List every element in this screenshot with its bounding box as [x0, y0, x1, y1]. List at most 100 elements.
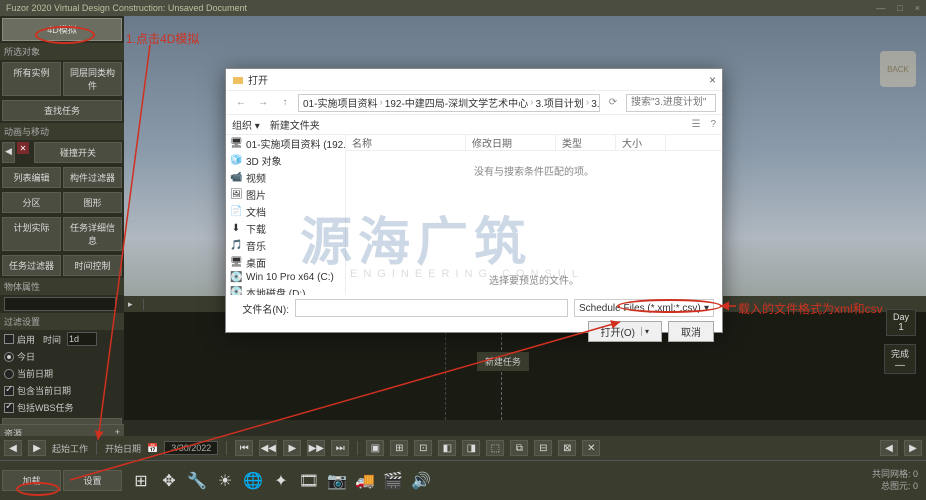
close-button[interactable]: × [915, 3, 920, 13]
tree-node[interactable]: 🧊3D 对象 [226, 152, 345, 169]
sun-icon[interactable]: ☀ [214, 470, 236, 492]
filetype-select[interactable]: Schedule Files (*.xml;*.csv) ▾ [574, 299, 714, 317]
4d-sim-button[interactable]: 4D模拟 [2, 18, 122, 41]
tool4-button[interactable]: ◧ [438, 440, 456, 456]
current-date-radio[interactable] [4, 369, 14, 379]
open-button[interactable]: 打开(O)▾ [588, 321, 662, 342]
tl-scroll-right[interactable]: ▶ [28, 440, 46, 456]
next-button[interactable]: ▶▶ [307, 440, 325, 456]
col-type[interactable]: 类型 [556, 135, 616, 150]
tree-node[interactable]: 🖥桌面 [226, 254, 345, 271]
tree-node[interactable]: 🖥01-实施项目资料 (192.168.1.112) [226, 135, 345, 152]
clapper-icon[interactable]: 🎬 [382, 470, 404, 492]
physics-input[interactable] [4, 297, 116, 311]
skip-start-button[interactable]: ⏮ [235, 440, 253, 456]
nav-back-button[interactable]: ← [232, 97, 250, 108]
play-button[interactable]: ▶ [283, 440, 301, 456]
plan-actual-button[interactable]: 计划实际 [2, 217, 61, 251]
col-date[interactable]: 修改日期 [466, 135, 556, 150]
skip-end-button[interactable]: ⏭ [331, 440, 349, 456]
view-button[interactable]: ☰ [691, 119, 700, 130]
newfolder-button[interactable]: 新建文件夹 [270, 117, 320, 132]
tool7-button[interactable]: ⧉ [510, 440, 528, 456]
crumb-0[interactable]: 01-实施项目资料 [303, 95, 377, 110]
film-icon[interactable]: 🎞 [298, 470, 320, 492]
anim-prev-button[interactable]: ◀ [2, 142, 15, 163]
tool2-button[interactable]: ⊞ [390, 440, 408, 456]
dialog-search-input[interactable] [626, 94, 716, 112]
preview-hint: 选择要预览的文件。 [346, 272, 722, 287]
time-control-button[interactable]: 时间控制 [63, 255, 122, 276]
enable-checkbox[interactable] [4, 334, 14, 344]
col-name[interactable]: 名称 [346, 135, 466, 150]
include-wbs-checkbox[interactable] [4, 403, 14, 413]
time-label: 时间 [43, 333, 61, 346]
all-instances-button[interactable]: 所有实例 [2, 62, 61, 96]
file-list[interactable]: 名称 修改日期 类型 大小 没有与搜索条件匹配的项。 选择要预览的文件。 [346, 135, 722, 295]
tree-node[interactable]: 🖼图片 [226, 186, 345, 203]
date-field[interactable]: 3/30/2022 [164, 441, 218, 455]
include-date-checkbox[interactable] [4, 386, 14, 396]
tool10-button[interactable]: ✕ [582, 440, 600, 456]
filename-input[interactable] [295, 299, 568, 317]
tl-expand[interactable]: ▸ [124, 299, 144, 310]
tree-node[interactable]: 📹视频 [226, 169, 345, 186]
nav-up-button[interactable]: ↑ [276, 97, 294, 108]
scroll-right[interactable]: ▶ [904, 440, 922, 456]
zone-button[interactable]: 分区 [2, 192, 61, 213]
crumb-2[interactable]: 3.项目计划 [536, 95, 584, 110]
graphic-button[interactable]: 图形 [63, 192, 122, 213]
tool5-button[interactable]: ◨ [462, 440, 480, 456]
tree-node[interactable]: 📄文档 [226, 203, 345, 220]
settings-button[interactable]: 设置 [63, 470, 122, 491]
back-badge[interactable]: BACK [880, 51, 916, 87]
tool6-button[interactable]: ⬚ [486, 440, 504, 456]
dialog-close-button[interactable]: × [709, 73, 716, 87]
nav-refresh-button[interactable]: ⟳ [604, 97, 622, 108]
truck-icon[interactable]: 🚚 [354, 470, 376, 492]
timeline-task[interactable]: 新建任务 [477, 352, 529, 371]
task-detail-button[interactable]: 任务详细信息 [63, 217, 122, 251]
maximize-button[interactable]: □ [897, 3, 902, 13]
scroll-left[interactable]: ◀ [880, 440, 898, 456]
tool9-button[interactable]: ⊠ [558, 440, 576, 456]
tree-node[interactable]: 🎵音乐 [226, 237, 345, 254]
minimize-button[interactable]: — [876, 3, 885, 13]
same-class-button[interactable]: 同层同类构件 [63, 62, 122, 96]
camera-icon[interactable]: 📷 [326, 470, 348, 492]
list-edit-button[interactable]: 列表编辑 [2, 167, 61, 188]
task-filter-button[interactable]: 任务过滤器 [2, 255, 61, 276]
component-filter-button[interactable]: 构件过滤器 [63, 167, 122, 188]
col-size[interactable]: 大小 [616, 135, 666, 150]
tl-scroll-left[interactable]: ◀ [4, 440, 22, 456]
crumb-1[interactable]: 192-中建四局-深圳文学艺术中心 [385, 95, 528, 110]
grid-icon[interactable]: ⊞ [130, 470, 152, 492]
tool3-button[interactable]: ⊡ [414, 440, 432, 456]
anim-close-button[interactable]: ✕ [17, 142, 29, 154]
load-button[interactable]: 加载 [2, 470, 61, 491]
breadcrumb[interactable]: 01-实施项目资料› 192-中建四局-深圳文学艺术中心› 3.项目计划› 3.… [298, 94, 600, 112]
folder-tree[interactable]: 🖥01-实施项目资料 (192.168.1.112)🧊3D 对象📹视频🖼图片📄文… [226, 135, 346, 295]
tool1-button[interactable]: ▣ [366, 440, 384, 456]
tool8-button[interactable]: ⊟ [534, 440, 552, 456]
crumb-3[interactable]: 3.进度计划 [591, 95, 600, 110]
day-badge: Day 1 [886, 309, 916, 336]
collision-toggle-button[interactable]: 碰撞开关 [34, 142, 122, 163]
search-task-button[interactable]: 查找任务 [2, 100, 122, 121]
sound-icon[interactable]: 🔊 [410, 470, 432, 492]
calendar-icon[interactable]: 📅 [147, 443, 158, 454]
star-icon[interactable]: ✦ [270, 470, 292, 492]
move-icon[interactable]: ✥ [158, 470, 180, 492]
tree-node[interactable]: ⬇下载 [226, 220, 345, 237]
cancel-button[interactable]: 取消 [668, 321, 714, 342]
help-button[interactable]: ? [710, 119, 716, 130]
prev-button[interactable]: ◀◀ [259, 440, 277, 456]
globe-icon[interactable]: 🌐 [242, 470, 264, 492]
today-radio[interactable] [4, 352, 14, 362]
nav-forward-button[interactable]: → [254, 97, 272, 108]
tree-node[interactable]: 💽本地磁盘 (D:) [226, 284, 345, 295]
organize-button[interactable]: 组织 ▾ [232, 117, 260, 132]
wrench-icon[interactable]: 🔧 [186, 470, 208, 492]
tree-node[interactable]: 💽Win 10 Pro x64 (C:) [226, 271, 345, 284]
time-input[interactable] [67, 332, 97, 346]
